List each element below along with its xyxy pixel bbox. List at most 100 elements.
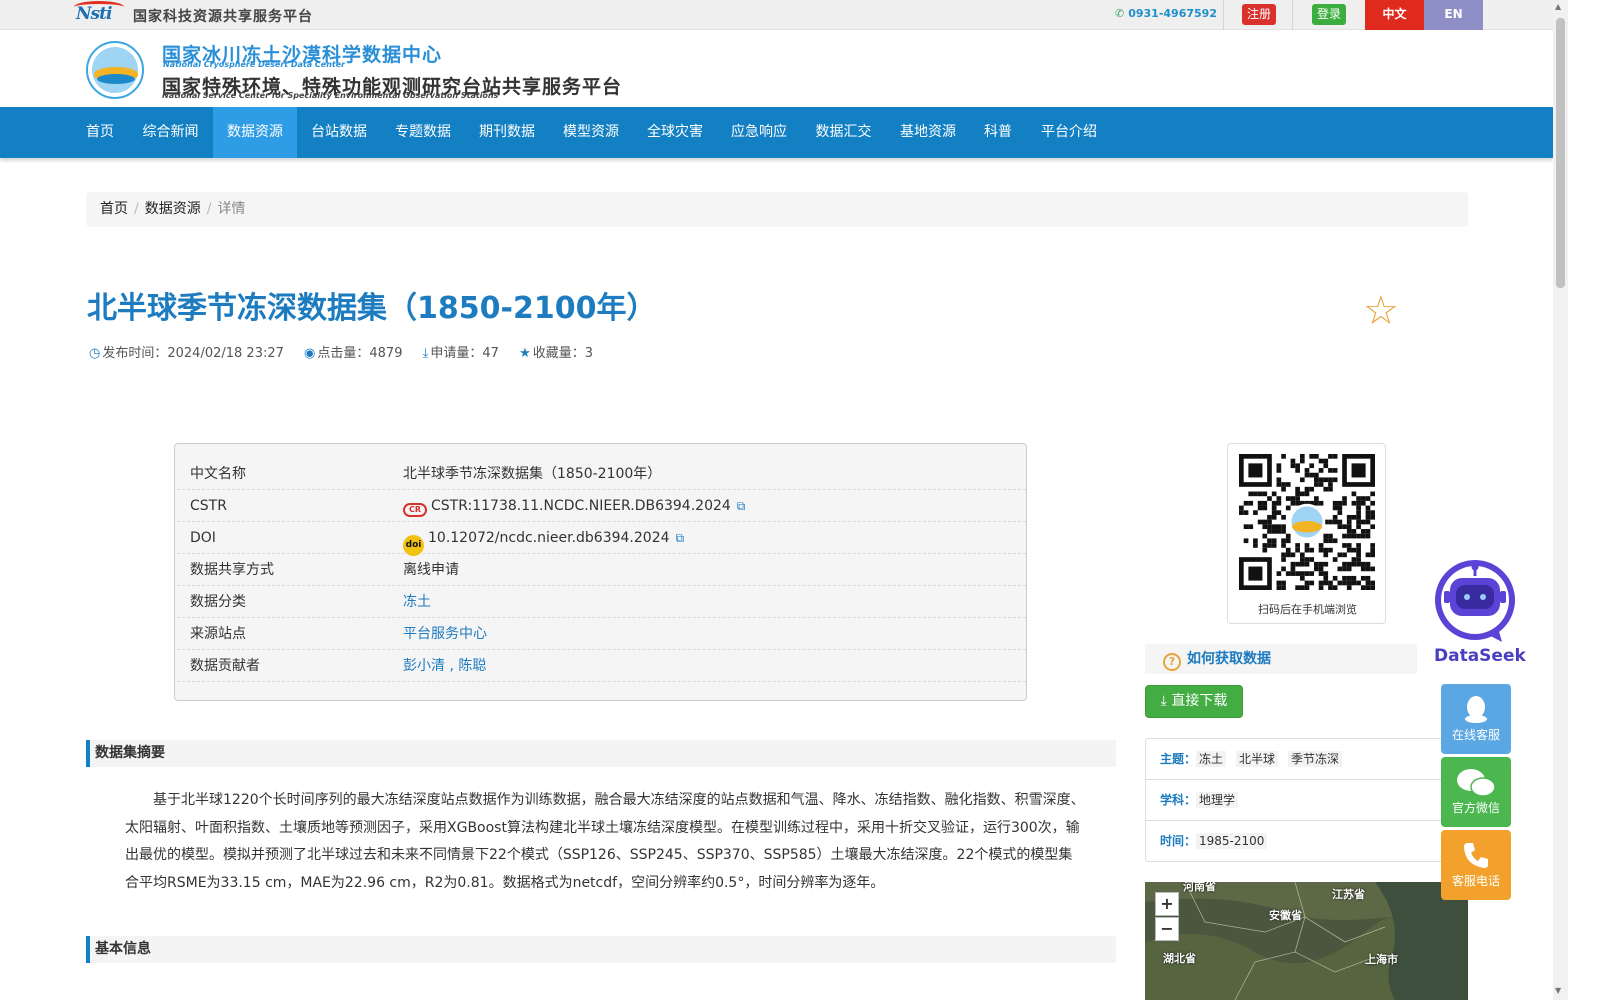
dataseek-robot-icon[interactable] xyxy=(1432,558,1518,644)
time-range: 1985-2100 xyxy=(1196,833,1268,849)
site-title-en: National Cryosphere Desert Data Center xyxy=(163,60,346,69)
favorite-star-icon[interactable]: ☆ xyxy=(1363,291,1399,331)
map-label: 上海市 xyxy=(1365,953,1398,966)
doi-value[interactable]: 10.12072/ncdc.nieer.db6394.2024 xyxy=(428,530,670,546)
phone-icon xyxy=(1441,840,1511,872)
clock-icon: ◷ xyxy=(89,346,101,361)
external-link-icon[interactable]: ⧉ xyxy=(737,499,746,513)
divider xyxy=(1292,0,1293,30)
nav-item-emergency[interactable]: 应急响应 xyxy=(717,107,801,158)
request-count: ⤓ 申请量：47 xyxy=(422,346,499,361)
qr-code xyxy=(1239,454,1375,590)
info-row-station: 来源站点 平台服务中心 xyxy=(177,618,1026,650)
external-link-icon[interactable]: ⧉ xyxy=(676,531,685,545)
coverage-map[interactable]: + − 河南省 江苏省 安徽省 湖北省 上海市 xyxy=(1145,882,1468,1000)
nav-item-thematic-data[interactable]: 专题数据 xyxy=(381,107,465,158)
download-icon: ⤓ xyxy=(1160,693,1167,709)
nav-item-home[interactable]: 首页 xyxy=(72,107,128,158)
site-header: 国家冰川冻土沙漠科学数据中心 National Cryosphere Deser… xyxy=(0,30,1553,107)
info-row-doi: DOI doi 10.12072/ncdc.nieer.db6394.2024 ⧉ xyxy=(177,522,1026,556)
main-nav: 首页 综合新闻 数据资源 台站数据 专题数据 期刊数据 模型资源 全球灾害 应急… xyxy=(0,107,1553,158)
info-row-category: 数据分类 冻土 xyxy=(177,586,1026,618)
satellite-imagery xyxy=(1145,882,1468,1000)
breadcrumb-data-resources[interactable]: 数据资源 xyxy=(145,201,201,217)
lang-zh-button[interactable]: 中文 xyxy=(1365,0,1424,30)
qr-caption: 扫码后在手机端浏览 xyxy=(1258,603,1357,616)
cstr-logo-icon: CR xyxy=(403,503,427,517)
qr-code-panel: 扫码后在手机端浏览 xyxy=(1227,443,1386,624)
keywords-panel: 主题： 冻土 北半球 季节冻深 学科： 地理学 时间： 1985-2100 xyxy=(1145,738,1446,862)
keyword-tag[interactable]: 冻土 xyxy=(1196,751,1227,767)
phone-icon: ✆ xyxy=(1115,7,1125,20)
nav-item-station-data[interactable]: 台站数据 xyxy=(297,107,381,158)
map-label: 河南省 xyxy=(1183,882,1216,893)
site-logo[interactable] xyxy=(86,41,144,99)
abstract-section-header: 数据集摘要 xyxy=(86,740,1116,767)
publish-time: ◷ 发布时间：2024/02/18 23:27 xyxy=(89,346,284,361)
qq-penguin-icon xyxy=(1441,694,1511,726)
dataset-info-table: 中文名称 北半球季节冻深数据集（1850-2100年） CSTR CR CSTR:… xyxy=(174,443,1027,701)
divider xyxy=(1223,0,1224,30)
site-subtitle-en: National Service Center for Speciality E… xyxy=(162,91,499,100)
scrollbar-thumb[interactable] xyxy=(1556,18,1565,288)
phone-service-button[interactable]: 客服电话 xyxy=(1441,830,1511,900)
wechat-button[interactable]: 官方微信 xyxy=(1441,757,1511,827)
nav-item-science[interactable]: 科普 xyxy=(970,107,1026,158)
doi-logo-icon: doi xyxy=(403,535,424,556)
info-row-contributors: 数据贡献者 彭小清 , 陈聪 xyxy=(177,650,1026,682)
category-link[interactable]: 冻土 xyxy=(403,586,431,618)
nav-item-data-resources[interactable]: 数据资源 xyxy=(213,107,297,158)
scroll-up-icon[interactable]: ▲ xyxy=(1555,2,1561,11)
lang-en-button[interactable]: EN xyxy=(1424,0,1483,30)
map-label: 江苏省 xyxy=(1332,888,1365,901)
download-icon: ⤓ xyxy=(422,346,429,361)
question-icon: ? xyxy=(1163,653,1181,671)
click-count: ◉ 点击量：4879 xyxy=(304,346,403,361)
info-row-name: 中文名称 北半球季节冻深数据集（1850-2100年） xyxy=(177,458,1026,490)
top-bar: Nsti 国家科技资源共享服务平台 ✆ 0931-4967592 注册 登录 中文… xyxy=(0,0,1553,30)
keyword-row-time: 时间： 1985-2100 xyxy=(1146,821,1446,862)
keyword-tag[interactable]: 北半球 xyxy=(1236,751,1279,767)
nav-item-base-resources[interactable]: 基地资源 xyxy=(886,107,970,158)
zoom-in-button[interactable]: + xyxy=(1155,892,1179,916)
nav-item-about[interactable]: 平台介绍 xyxy=(1026,107,1112,158)
keyword-row-discipline: 学科： 地理学 xyxy=(1146,780,1446,821)
keyword-tag[interactable]: 地理学 xyxy=(1196,792,1239,808)
cstr-value[interactable]: CSTR:11738.11.NCDC.NIEER.DB6394.2024 xyxy=(431,498,731,514)
nav-item-journal-data[interactable]: 期刊数据 xyxy=(465,107,549,158)
breadcrumb-home[interactable]: 首页 xyxy=(100,201,128,217)
register-button[interactable]: 注册 xyxy=(1242,4,1277,25)
basic-info-section-header: 基本信息 xyxy=(86,936,1116,963)
abstract-text: 基于北半球1220个长时间序列的最大冻结深度站点数据作为训练数据，融合最大冻结深… xyxy=(125,792,1085,891)
map-label: 湖北省 xyxy=(1163,952,1196,965)
direct-download-button[interactable]: ⤓ 直接下载 xyxy=(1145,685,1243,718)
dataset-meta: ◷ 发布时间：2024/02/18 23:27 ◉ 点击量：4879 ⤓ 申请量：47… xyxy=(89,342,609,361)
star-icon: ★ xyxy=(519,346,531,361)
eye-icon: ◉ xyxy=(304,346,316,361)
platform-name[interactable]: 国家科技资源共享服务平台 xyxy=(133,6,313,26)
keyword-row-theme: 主题： 冻土 北半球 季节冻深 xyxy=(1146,739,1446,780)
favorite-count: ★ 收藏量：3 xyxy=(519,346,594,361)
info-row-sharing: 数据共享方式 离线申请 xyxy=(177,554,1026,586)
nsti-logo[interactable]: Nsti xyxy=(74,1,124,24)
nav-item-data-submission[interactable]: 数据汇交 xyxy=(801,107,886,158)
nav-item-model-resources[interactable]: 模型资源 xyxy=(549,107,633,158)
breadcrumb: 首页 / 数据资源 / 详情 xyxy=(86,192,1468,227)
wechat-icon xyxy=(1441,767,1511,799)
contributors-link[interactable]: 彭小清 , 陈聪 xyxy=(403,650,486,682)
zoom-out-button[interactable]: − xyxy=(1155,917,1179,941)
scroll-down-icon[interactable]: ▼ xyxy=(1555,986,1561,995)
keyword-tag[interactable]: 季节冻深 xyxy=(1288,751,1343,767)
nav-item-news[interactable]: 综合新闻 xyxy=(128,107,213,158)
info-row-cstr: CSTR CR CSTR:11738.11.NCDC.NIEER.DB6394.2… xyxy=(177,490,1026,522)
hotline: ✆ 0931-4967592 xyxy=(1115,7,1217,20)
nav-item-global-disasters[interactable]: 全球灾害 xyxy=(633,107,717,158)
how-to-get-data[interactable]: ? 如何获取数据 xyxy=(1145,644,1417,674)
online-service-button[interactable]: 在线客服 xyxy=(1441,684,1511,754)
page-title: 北半球季节冻深数据集（1850-2100年） xyxy=(87,291,657,326)
login-button[interactable]: 登录 xyxy=(1312,4,1347,25)
station-link[interactable]: 平台服务中心 xyxy=(403,618,487,650)
map-label: 安徽省 xyxy=(1269,909,1302,922)
dataseek-label[interactable]: DataSeek xyxy=(1434,646,1526,666)
breadcrumb-current: 详情 xyxy=(217,201,246,217)
